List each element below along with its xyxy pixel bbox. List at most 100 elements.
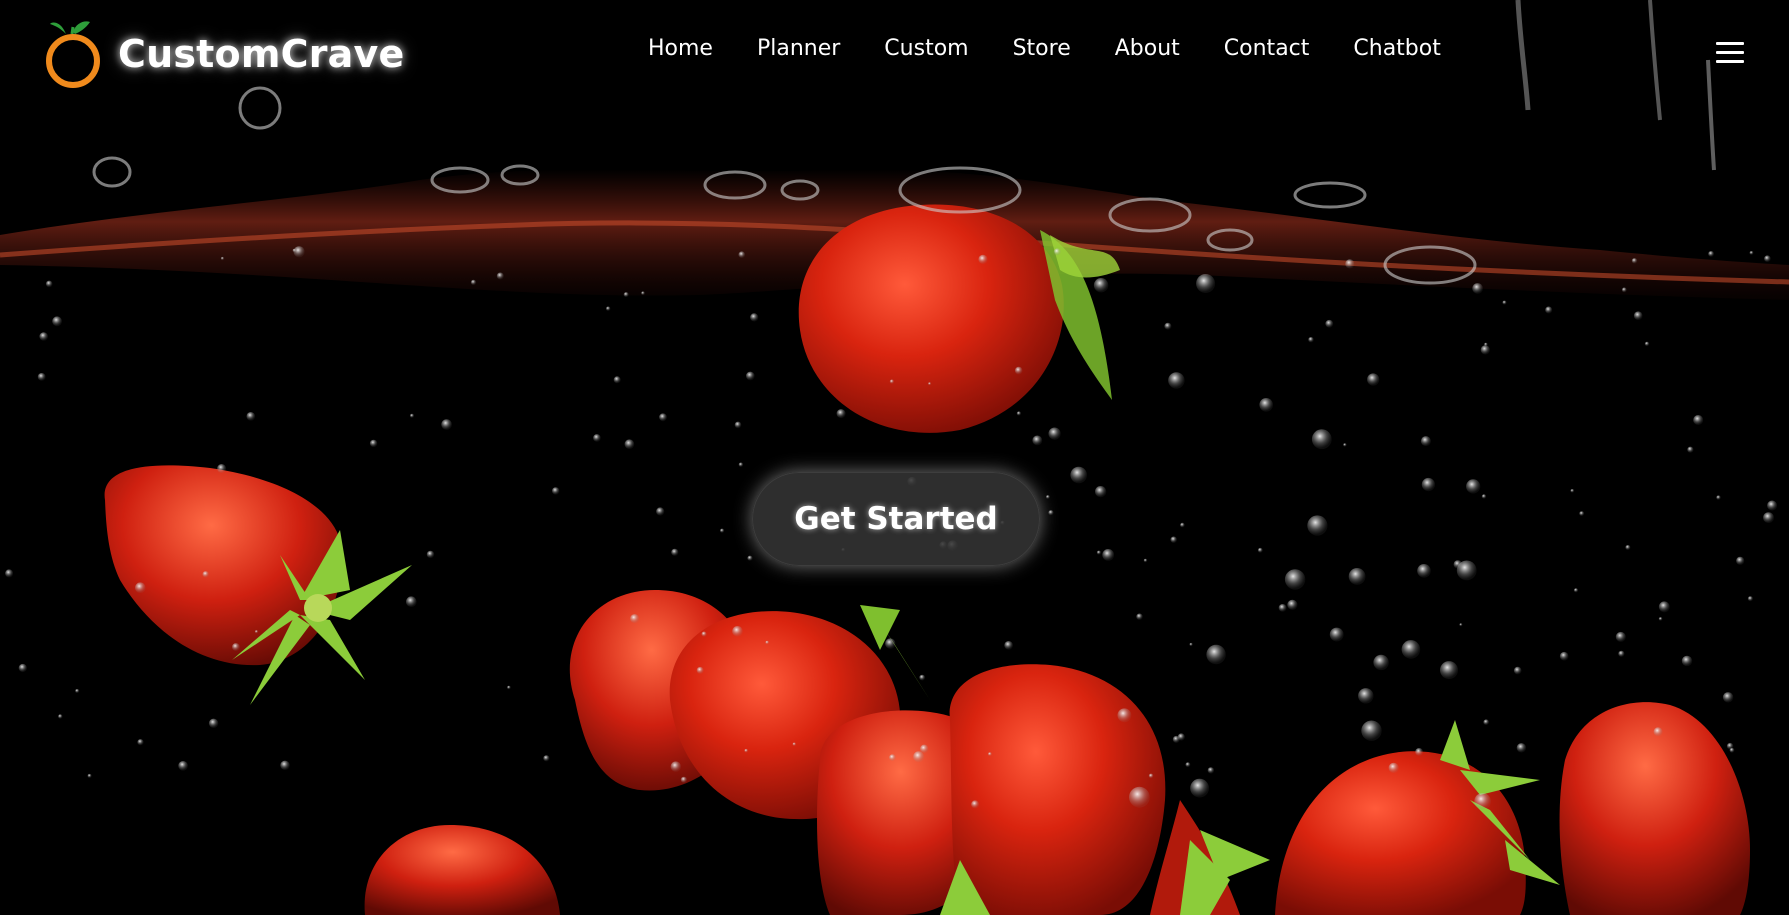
bubble	[1325, 319, 1334, 328]
get-started-button[interactable]: Get Started	[752, 472, 1040, 566]
bubble	[720, 528, 725, 533]
bubble	[671, 548, 679, 556]
bubble	[406, 596, 417, 607]
bubble	[1096, 550, 1101, 555]
bubble	[1196, 274, 1216, 293]
bubble	[75, 689, 80, 693]
menu-bar	[1716, 51, 1744, 54]
bubble	[1329, 627, 1344, 642]
bubble	[1048, 427, 1061, 440]
bubble	[889, 754, 896, 761]
nav-item-store[interactable]: Store	[1013, 36, 1071, 61]
bubble	[1095, 486, 1107, 498]
bubble	[1172, 735, 1180, 743]
bubble	[1579, 511, 1585, 516]
bubble	[919, 674, 926, 681]
nav-item-chatbot[interactable]: Chatbot	[1353, 36, 1440, 61]
bubble	[885, 638, 896, 649]
bubble	[1633, 311, 1643, 321]
bubble	[738, 251, 746, 258]
bubble	[624, 439, 635, 450]
bubble	[254, 630, 259, 634]
bubble	[1764, 255, 1771, 262]
bubble	[1631, 258, 1638, 264]
bubble	[971, 800, 980, 809]
bubble	[1348, 568, 1366, 585]
bubble	[1513, 666, 1522, 675]
bubble	[1180, 522, 1185, 528]
bubble	[1004, 641, 1013, 650]
bubble	[747, 555, 753, 561]
bubble	[978, 254, 988, 264]
menu-bar	[1716, 60, 1744, 63]
bubble	[630, 614, 640, 624]
bubble	[220, 256, 225, 261]
bubble	[1307, 515, 1328, 536]
bubble	[1474, 793, 1491, 810]
nav-item-contact[interactable]: Contact	[1224, 36, 1310, 61]
bubble	[1483, 719, 1489, 725]
bubble	[696, 666, 704, 674]
bubble	[1257, 547, 1263, 553]
bubble	[1206, 644, 1226, 665]
brand-logo-link[interactable]: CustomCrave	[42, 18, 404, 90]
bubble	[1440, 661, 1458, 680]
bubble	[659, 413, 667, 422]
bubble	[701, 631, 707, 637]
nav-item-custom[interactable]: Custom	[884, 36, 968, 61]
nav-item-planner[interactable]: Planner	[757, 36, 840, 61]
bubble	[1736, 556, 1745, 565]
bubble	[1716, 495, 1721, 500]
bubble	[913, 751, 924, 763]
bubble	[1481, 494, 1487, 499]
bubble	[641, 291, 645, 296]
bubble	[1168, 372, 1185, 389]
bubble	[1459, 623, 1463, 627]
menu-bar	[1716, 42, 1744, 45]
bubble	[1472, 283, 1483, 294]
bubble	[988, 752, 992, 756]
bubble	[732, 626, 743, 637]
bubble	[217, 464, 227, 473]
bubble	[1763, 512, 1774, 523]
bubble	[410, 413, 414, 418]
bubble	[1708, 251, 1714, 257]
bubble	[1136, 613, 1143, 620]
bubble	[1053, 248, 1061, 256]
bubble	[1048, 510, 1054, 516]
bubble	[613, 376, 621, 384]
bubble	[1687, 446, 1694, 453]
bubble	[1308, 337, 1314, 343]
bubble	[1014, 366, 1023, 375]
bubble	[1658, 601, 1670, 613]
bubble	[1259, 398, 1273, 412]
bubble	[45, 280, 53, 288]
bubble	[920, 744, 929, 753]
bubble	[744, 748, 748, 753]
bubble	[680, 776, 688, 783]
bubble	[552, 487, 560, 495]
bubble	[1545, 306, 1553, 314]
hamburger-menu-icon[interactable]	[1714, 38, 1746, 66]
bubble	[1148, 773, 1154, 779]
bubble	[606, 306, 611, 311]
bubble	[293, 246, 305, 258]
bubble	[792, 742, 796, 746]
bubble	[1401, 640, 1421, 659]
bubble	[137, 739, 144, 746]
bubble	[1117, 708, 1132, 723]
bubble	[208, 718, 219, 728]
bubble	[1681, 655, 1693, 667]
bubble	[1570, 489, 1575, 493]
bubble	[889, 379, 895, 384]
bubble	[1618, 650, 1625, 657]
bubble	[1373, 654, 1389, 671]
bubble	[1516, 743, 1527, 753]
nav-item-about[interactable]: About	[1115, 36, 1180, 61]
bubble	[1170, 536, 1177, 543]
bubble	[1749, 251, 1754, 255]
bubble	[670, 761, 681, 772]
bubble	[1722, 692, 1734, 703]
bubble	[1417, 564, 1431, 578]
nav-item-home[interactable]: Home	[648, 36, 713, 61]
